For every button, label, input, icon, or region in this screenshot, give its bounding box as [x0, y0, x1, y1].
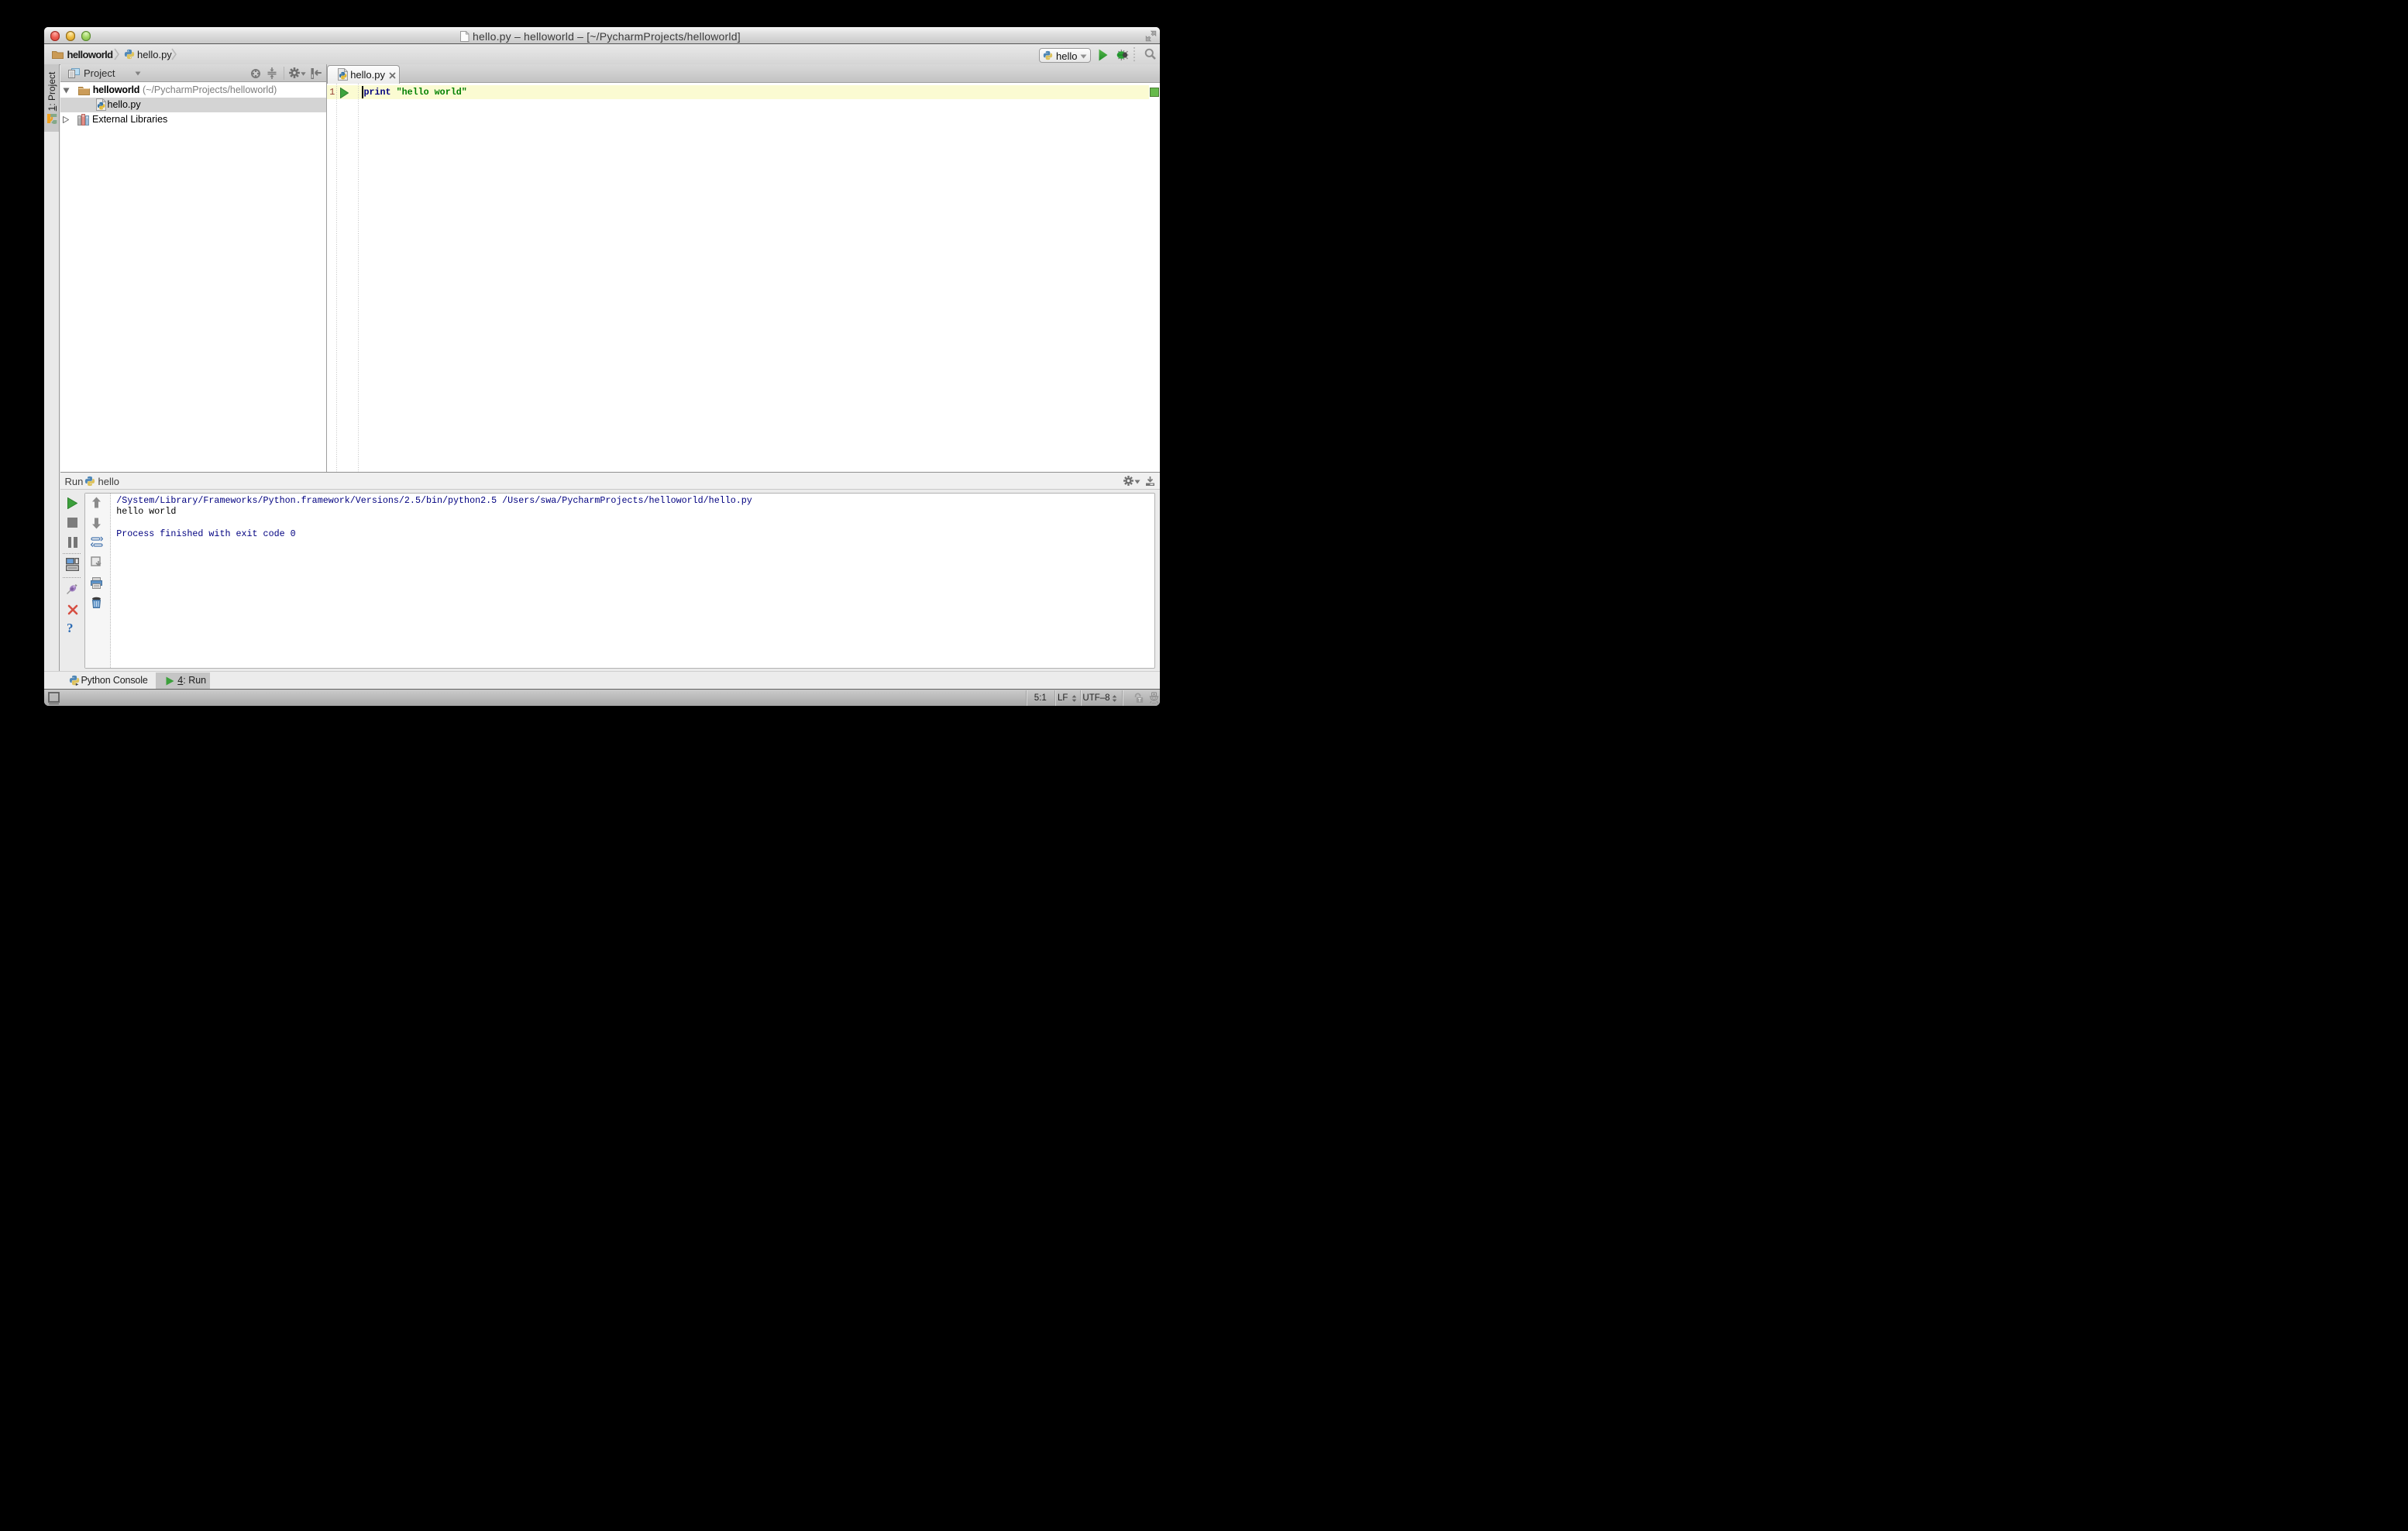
svg-text:T: T — [1138, 698, 1141, 704]
